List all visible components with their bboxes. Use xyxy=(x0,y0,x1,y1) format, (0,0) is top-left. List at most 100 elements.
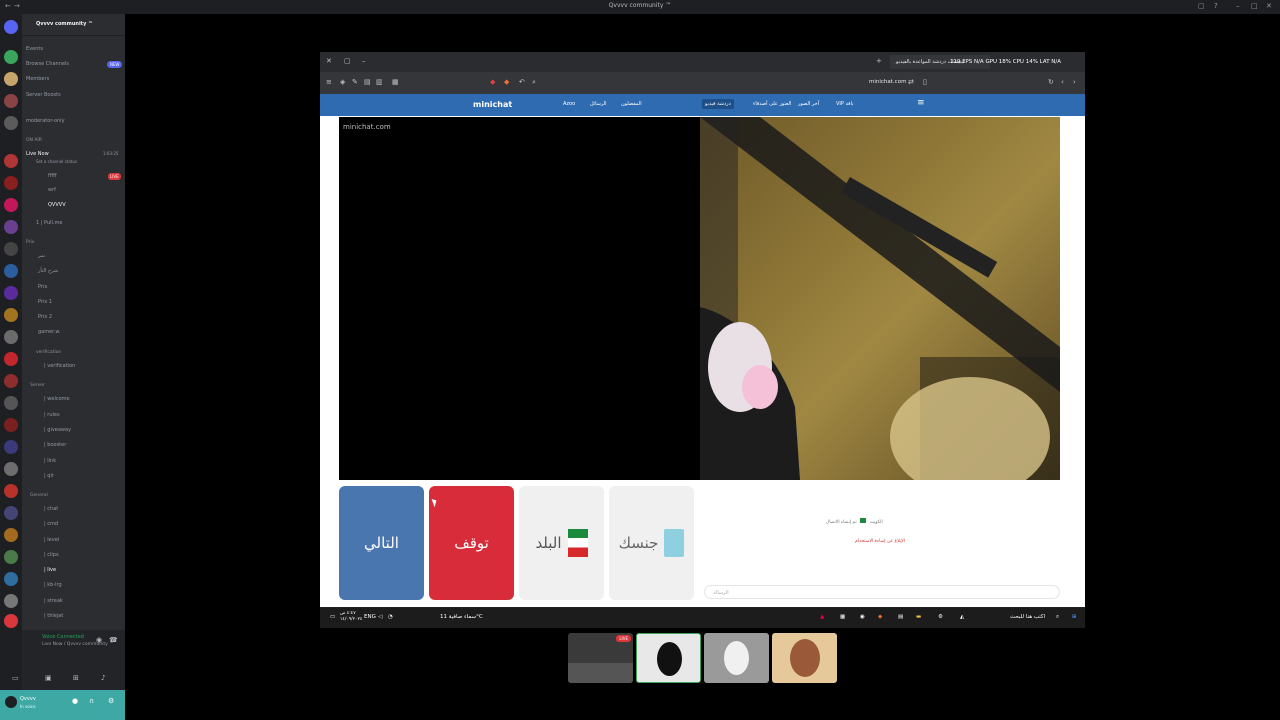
channel-item[interactable]: | level xyxy=(44,535,59,545)
disconnect-icon[interactable]: ☎ xyxy=(109,636,118,644)
server-icon[interactable] xyxy=(4,50,18,64)
windows-start-icon[interactable]: ⊞ xyxy=(1072,614,1077,620)
shield-icon[interactable]: ◆ xyxy=(490,78,495,86)
server-icon[interactable] xyxy=(4,594,18,608)
participant-tile[interactable] xyxy=(636,633,701,683)
app-icon[interactable]: ▤ xyxy=(898,614,903,620)
nav-favorites[interactable]: المفضلون xyxy=(621,101,642,107)
back-icon[interactable]: ← xyxy=(5,2,11,10)
channel-item[interactable]: | verification xyxy=(44,361,75,371)
server-icon[interactable] xyxy=(4,154,18,168)
signal-icon[interactable]: ◉ xyxy=(96,636,102,644)
server-icon[interactable] xyxy=(4,308,18,322)
app-icon[interactable]: ◉ xyxy=(860,614,865,620)
category-on-air[interactable]: ON AIR xyxy=(26,136,42,146)
category-server[interactable]: Server xyxy=(30,381,45,391)
server-icon[interactable] xyxy=(4,72,18,86)
nav-profile[interactable]: Azoo xyxy=(563,101,575,107)
channel-item[interactable]: Prix 2 xyxy=(38,312,52,322)
server-icon[interactable] xyxy=(4,462,18,476)
soundboard-icon[interactable]: ♪ xyxy=(101,674,105,682)
server-icon[interactable] xyxy=(4,94,18,108)
username[interactable]: Qvvvv xyxy=(20,696,36,702)
nav-video-chat[interactable]: دردشة فيديو xyxy=(702,99,734,109)
maximize-icon[interactable]: □ xyxy=(1251,2,1258,10)
participant-tile[interactable] xyxy=(704,633,769,683)
channel-item[interactable]: نمر xyxy=(38,251,45,261)
nav-server-boosts[interactable]: Server Boosts xyxy=(26,90,61,100)
voice-user[interactable]: wrf xyxy=(48,185,56,195)
app-icon[interactable]: ⚙ xyxy=(938,614,943,620)
bookmark-icon[interactable]: ▯ xyxy=(923,78,927,86)
channel-item[interactable]: | clips xyxy=(44,550,59,560)
server-icon[interactable] xyxy=(4,440,18,454)
server-icon[interactable] xyxy=(4,484,18,498)
translate-icon[interactable]: ⇄ xyxy=(908,78,914,86)
server-icon[interactable] xyxy=(4,396,18,410)
pen-icon[interactable]: ✎ xyxy=(352,78,358,86)
participant-tile[interactable] xyxy=(772,633,837,683)
channel-item[interactable]: gamer.w. xyxy=(38,327,61,337)
server-icon[interactable] xyxy=(4,220,18,234)
nav-members[interactable]: Members xyxy=(26,74,49,84)
minichat-logo[interactable]: minichat xyxy=(473,100,512,109)
next-button[interactable]: التالي xyxy=(339,486,424,600)
category-prix[interactable]: Prix xyxy=(26,238,34,248)
channel-item[interactable]: | qlr xyxy=(44,471,54,481)
channel-item[interactable]: | streak xyxy=(44,596,63,606)
channel-item[interactable]: | link xyxy=(44,456,56,466)
app-icon[interactable]: ◭ xyxy=(960,614,964,620)
server-icon[interactable] xyxy=(4,116,18,130)
server-icon[interactable] xyxy=(4,614,18,628)
forward-icon[interactable]: → xyxy=(14,2,20,10)
url-text[interactable]: minichat.com xyxy=(869,79,906,85)
calendar-icon[interactable]: ▦ xyxy=(392,78,399,86)
channel-item[interactable]: | booster xyxy=(44,440,66,450)
notification-icon[interactable]: ▭ xyxy=(330,614,335,620)
tab-icon[interactable]: ▤ xyxy=(364,78,371,86)
country-button[interactable]: البلد xyxy=(519,486,604,600)
file-explorer-icon[interactable]: ▬ xyxy=(916,614,921,620)
new-tab-icon[interactable]: + xyxy=(876,57,882,65)
nav-browse-channels[interactable]: Browse Channels xyxy=(26,59,69,69)
brave-taskbar-icon[interactable]: ◆ xyxy=(878,614,882,620)
voice-user[interactable]: QVVVV xyxy=(48,200,66,210)
channel-item[interactable]: Prix 1 xyxy=(38,297,52,307)
channel-item[interactable]: | chat xyxy=(44,504,58,514)
forward-icon[interactable]: › xyxy=(1073,78,1076,86)
voice-status[interactable]: Voice Connected xyxy=(42,634,84,640)
screen-share-icon[interactable]: ▭ xyxy=(12,674,19,682)
window-icon[interactable]: ▢ xyxy=(344,57,351,65)
server-icon[interactable] xyxy=(4,330,18,344)
wifi-icon[interactable]: ◔ xyxy=(388,614,393,620)
ext-icon[interactable]: ◈ xyxy=(340,78,345,86)
server-icon[interactable] xyxy=(4,286,18,300)
channel-item[interactable]: | live xyxy=(44,565,56,575)
stream-preview[interactable]: LIVE xyxy=(568,633,633,683)
headset-icon[interactable]: ∩ xyxy=(89,697,94,705)
inbox-icon[interactable]: ▢ xyxy=(1198,2,1205,10)
chat-input[interactable]: الرسالة xyxy=(704,585,1060,599)
channel-item[interactable]: | giveaway xyxy=(44,425,71,435)
channel-item[interactable]: Prix xyxy=(38,282,47,292)
close-icon[interactable]: ✕ xyxy=(1266,2,1272,10)
server-icon[interactable] xyxy=(4,198,18,212)
app-icon[interactable]: ▦ xyxy=(840,614,845,620)
server-icon[interactable] xyxy=(4,528,18,542)
minimize-icon[interactable]: – xyxy=(1236,2,1240,10)
voice-channel-pull[interactable]: 1 | Pull.me xyxy=(36,218,62,228)
nav-vip[interactable]: VIP باقة xyxy=(836,101,854,107)
weather-widget[interactable]: سماء صافية 11°C xyxy=(440,614,483,620)
channel-moderator-only[interactable]: moderator-only xyxy=(26,116,65,126)
sidebar-icon[interactable]: ▥ xyxy=(376,78,383,86)
report-abuse-link[interactable]: الإبلاغ عن إساءة الاستخدام xyxy=(855,539,905,544)
server-icon[interactable] xyxy=(4,374,18,388)
taskbar-search[interactable]: اكتب هنا للبحث xyxy=(1010,614,1045,620)
search-icon[interactable]: ⌕ xyxy=(1056,614,1059,621)
server-icon[interactable] xyxy=(4,506,18,520)
category-verification[interactable]: verification xyxy=(36,348,61,358)
server-icon[interactable] xyxy=(4,242,18,256)
back-icon[interactable]: ‹ xyxy=(1061,78,1064,86)
home-icon[interactable] xyxy=(4,20,18,34)
server-icon[interactable] xyxy=(4,550,18,564)
